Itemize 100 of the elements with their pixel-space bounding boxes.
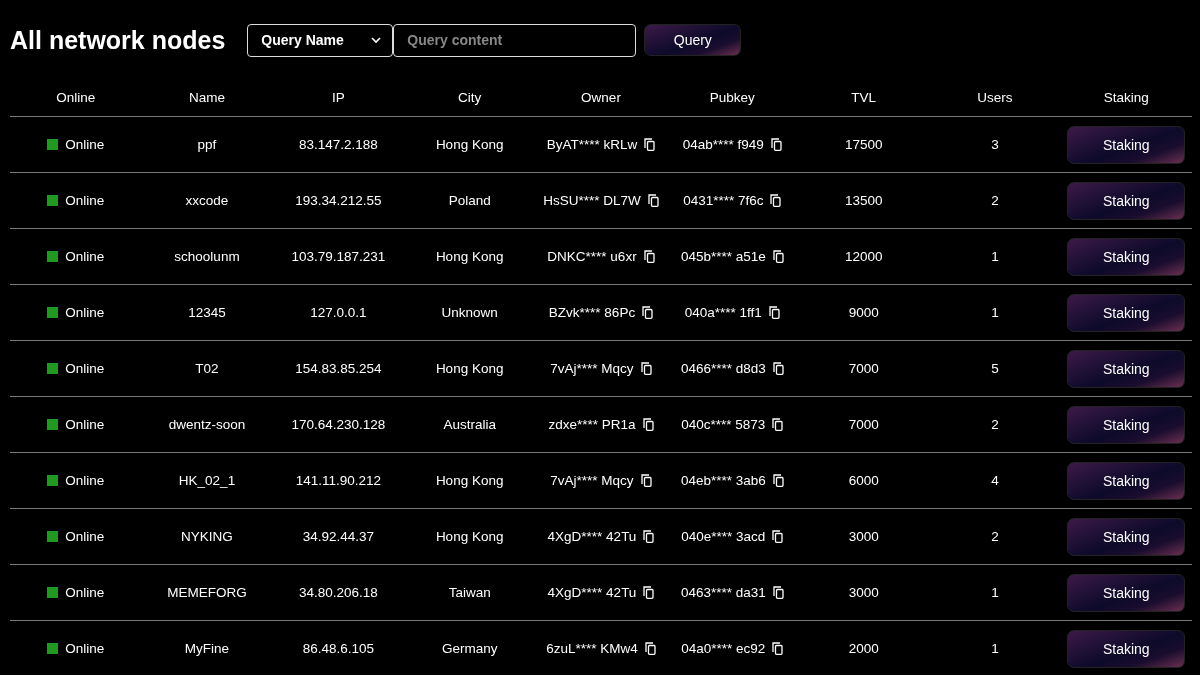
table-cell-text: Taiwan	[447, 585, 492, 600]
copy-icon[interactable]	[640, 474, 652, 487]
copy-icon[interactable]	[772, 418, 784, 431]
pubkey: 04ab**** f949	[682, 137, 764, 152]
copy-icon[interactable]	[772, 530, 784, 543]
table-cell-text: 7000	[847, 417, 880, 432]
page-title: All network nodes	[10, 25, 226, 55]
owner-address: 7vAj**** Mqcy	[550, 361, 634, 376]
copy-icon[interactable]	[772, 250, 784, 263]
staking-button[interactable]: Staking	[1067, 517, 1186, 556]
table-cell-text: 3000	[847, 585, 880, 600]
staking-button[interactable]: Staking	[1067, 293, 1186, 332]
copy-icon[interactable]	[643, 530, 655, 543]
copy-icon[interactable]	[770, 138, 782, 151]
table-cell-text: 9000	[847, 305, 880, 320]
table-cell-text: 141.11.90.212	[294, 473, 382, 488]
column-header: Owner	[580, 90, 622, 105]
copy-icon[interactable]	[644, 642, 656, 655]
table-cell-text: Germany	[440, 641, 499, 656]
table-cell-text: 2	[990, 529, 1000, 544]
table-cell-text: T02	[194, 361, 220, 376]
table-cell-text: Hong Kong	[434, 473, 505, 488]
table-cell-text: MyFine	[183, 641, 231, 656]
owner-address: zdxe**** PR1a	[548, 417, 636, 432]
table-cell-text: 1	[990, 249, 1000, 264]
copy-icon[interactable]	[772, 642, 784, 655]
table-cell-text: 3000	[847, 529, 880, 544]
table-cell-text: dwentz-soon	[167, 417, 247, 432]
status-label: Online	[65, 641, 105, 656]
chevron-down-icon	[370, 36, 383, 44]
table-cell-text: xxcode	[184, 193, 230, 208]
table-cell-text: 1	[990, 305, 1000, 320]
table-cell-text: Unknown	[440, 305, 499, 320]
column-header: Staking	[1102, 90, 1150, 105]
status-label: Online	[65, 417, 105, 432]
table-cell-text: 2	[990, 193, 1000, 208]
owner-address: 7vAj**** Mqcy	[550, 473, 634, 488]
table-cell-text: Poland	[447, 193, 492, 208]
owner-address: 4XgD**** 42Tu	[547, 529, 637, 544]
table-cell-text: 103.79.187.231	[290, 249, 387, 264]
owner-address: HsSU**** DL7W	[543, 193, 641, 208]
column-header: Online	[55, 90, 97, 105]
column-header: TVL	[850, 90, 878, 105]
table-cell-text: Australia	[442, 417, 497, 432]
table-cell-text: 2	[990, 417, 1000, 432]
copy-icon[interactable]	[642, 306, 654, 319]
copy-icon[interactable]	[640, 362, 652, 375]
copy-icon[interactable]	[642, 418, 654, 431]
table-cell-text: 83.147.2.188	[297, 137, 379, 152]
status-label: Online	[65, 585, 105, 600]
copy-icon[interactable]	[772, 474, 784, 487]
copy-icon[interactable]	[643, 250, 655, 263]
table-cell-text: 3	[990, 137, 1000, 152]
column-header: IP	[330, 90, 346, 105]
table-cell-text: NYKING	[180, 529, 234, 544]
copy-icon[interactable]	[772, 362, 784, 375]
copy-icon[interactable]	[647, 194, 659, 207]
owner-address: 4XgD**** 42Tu	[547, 585, 637, 600]
query-name-dropdown[interactable]: Query Name	[247, 23, 394, 57]
column-header: Name	[188, 90, 226, 105]
table-cell-text: HK_02_1	[177, 473, 237, 488]
owner-address: DNKC**** u6xr	[547, 249, 637, 264]
staking-button[interactable]: Staking	[1067, 573, 1186, 612]
owner-address: BZvk**** 86Pc	[548, 305, 636, 320]
table-cell-text: 5	[990, 361, 1000, 376]
table-cell-text: 193.34.212.55	[294, 193, 383, 208]
table-cell-text: 86.48.6.105	[301, 641, 375, 656]
staking-button[interactable]: Staking	[1067, 125, 1186, 164]
staking-button[interactable]: Staking	[1067, 405, 1186, 444]
table-cell-text: 4	[990, 473, 1000, 488]
column-header: Users	[976, 90, 1014, 105]
query-content-field[interactable]: Query content	[393, 23, 637, 57]
table-cell-text: 2000	[847, 641, 880, 656]
table-cell-text: ppf	[196, 137, 218, 152]
table-cell-text: 154.83.85.254	[294, 361, 383, 376]
table-cell-text: 34.92.44.37	[301, 529, 375, 544]
copy-icon[interactable]	[643, 586, 655, 599]
owner-address: ByAT**** kRLw	[546, 137, 638, 152]
table-cell-text: 7000	[847, 361, 880, 376]
status-label: Online	[65, 305, 105, 320]
staking-button[interactable]: Staking	[1067, 237, 1186, 276]
status-label: Online	[65, 361, 105, 376]
copy-icon[interactable]	[770, 194, 782, 207]
table-cell-text: Hong Kong	[434, 137, 505, 152]
query-button[interactable]: Query	[644, 24, 742, 56]
staking-button[interactable]: Staking	[1067, 349, 1186, 388]
copy-icon[interactable]	[644, 138, 656, 151]
table-cell-text: 12345	[187, 305, 227, 320]
table-cell-text: Hong Kong	[434, 529, 505, 544]
table-cell-text: 17500	[843, 137, 884, 152]
status-label: Online	[65, 137, 105, 152]
staking-button[interactable]: Staking	[1067, 461, 1186, 500]
column-header: City	[457, 90, 483, 105]
staking-button[interactable]: Staking	[1067, 629, 1186, 668]
table-cell-text: 13500	[843, 193, 884, 208]
pubkey: 0431**** 7f6c	[683, 193, 764, 208]
copy-icon[interactable]	[772, 586, 784, 599]
staking-button[interactable]: Staking	[1067, 181, 1186, 220]
copy-icon[interactable]	[768, 306, 780, 319]
pubkey: 04eb**** 3ab6	[680, 473, 766, 488]
